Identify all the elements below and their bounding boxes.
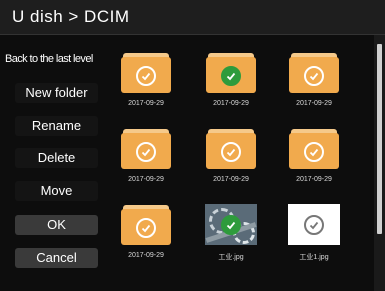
sidebar: Back to the last level New folder Rename… [0,35,110,291]
selected-check-icon [221,66,241,86]
unselected-check-icon [304,215,324,235]
folder-icon [289,53,339,93]
folder-label: 2017-09-29 [296,176,332,183]
image-tile[interactable]: 工业1.jpg [284,204,344,262]
breadcrumb-title: U dish > DCIM [12,7,130,26]
unselected-check-icon [136,66,156,86]
folder-icon [121,129,171,169]
folder-label: 2017-09-29 [128,176,164,183]
back-to-last-level-button[interactable]: Back to the last level [5,53,93,65]
cancel-button[interactable]: Cancel [15,248,98,268]
image-label: 工业.jpg [218,254,244,261]
image-thumbnail [205,204,257,245]
folder-tile[interactable]: 2017-09-29 [116,53,176,107]
rename-button[interactable]: Rename [15,116,98,136]
folder-icon [206,129,256,169]
file-grid: 2017-09-29 2017-09-29 2017-09-29 2017-09… [110,35,373,291]
folder-label: 2017-09-29 [213,176,249,183]
folder-tile[interactable]: 2017-09-29 [284,53,344,107]
folder-icon [206,53,256,93]
unselected-check-icon [304,142,324,162]
unselected-check-icon [136,142,156,162]
file-manager-window: U dish > DCIM Back to the last level New… [0,0,385,291]
folder-tile[interactable]: 2017-09-29 [284,129,344,183]
scrollbar-thumb[interactable] [377,44,382,234]
unselected-check-icon [136,218,156,238]
unselected-check-icon [304,66,324,86]
selected-check-icon [221,215,241,235]
delete-button[interactable]: Delete [15,148,98,168]
folder-tile[interactable]: 2017-09-29 [201,129,261,183]
image-thumbnail [288,204,340,245]
folder-tile[interactable]: 2017-09-29 [201,53,261,107]
ok-button[interactable]: OK [15,215,98,235]
new-folder-button[interactable]: New folder [15,83,98,103]
folder-label: 2017-09-29 [213,100,249,107]
image-label: 工业1.jpg [299,254,329,261]
move-button[interactable]: Move [15,181,98,201]
unselected-check-icon [221,142,241,162]
folder-tile[interactable]: 2017-09-29 [116,205,176,259]
folder-icon [121,205,171,245]
image-tile[interactable]: 工业.jpg [201,204,261,262]
folder-icon [289,129,339,169]
folder-label: 2017-09-29 [128,252,164,259]
folder-label: 2017-09-29 [296,100,332,107]
folder-icon [121,53,171,93]
folder-tile[interactable]: 2017-09-29 [116,129,176,183]
title-bar: U dish > DCIM [0,0,385,35]
folder-label: 2017-09-29 [128,100,164,107]
